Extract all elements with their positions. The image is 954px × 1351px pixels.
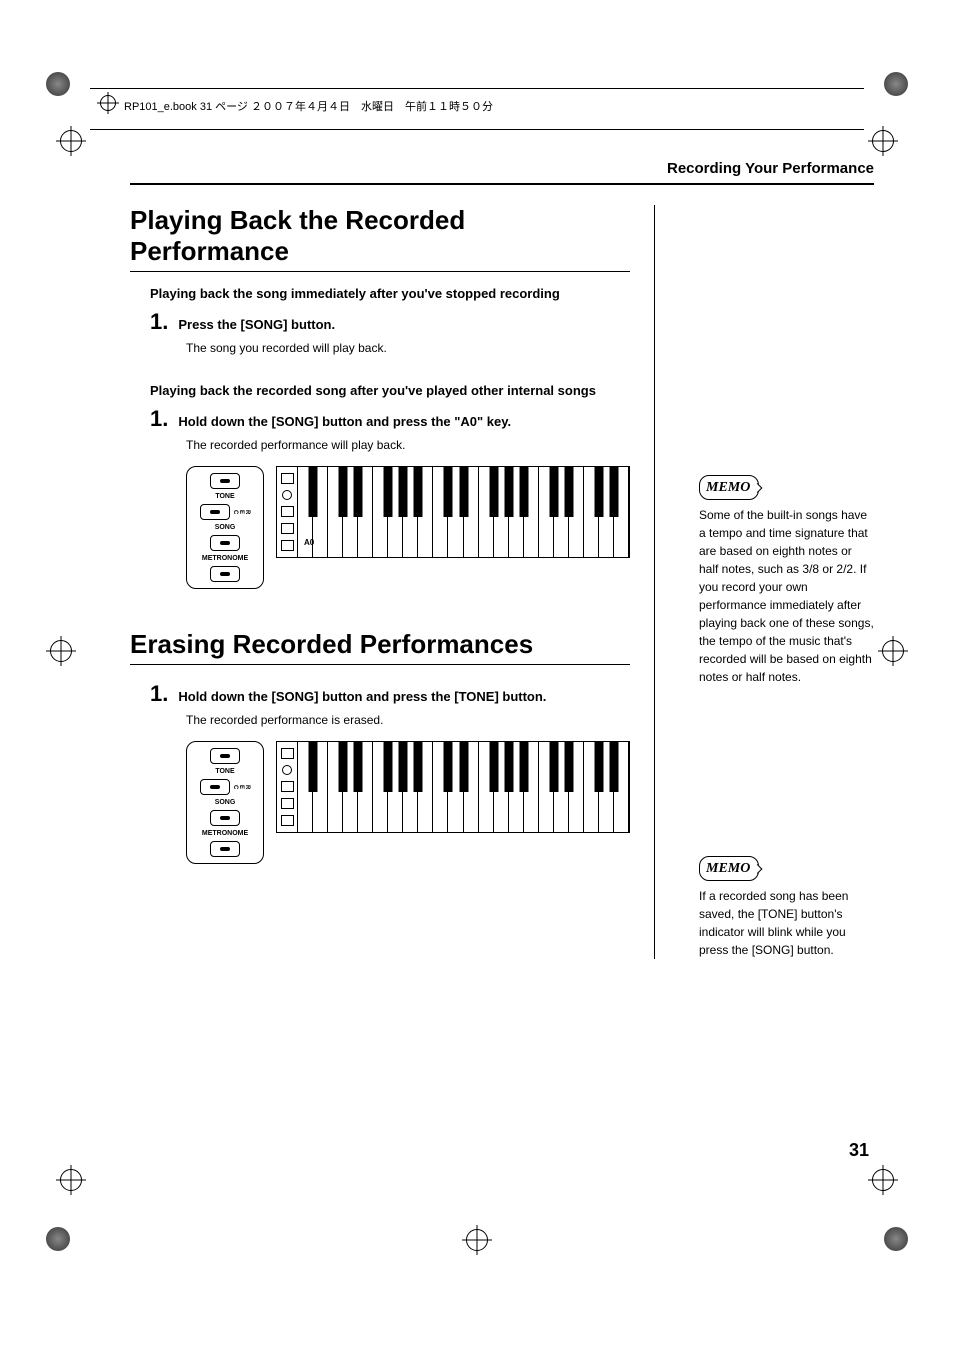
reg-mark-right [882, 640, 904, 662]
button-panel: TONE REC SONG METRONOME [186, 741, 264, 864]
label-tone: TONE [215, 493, 234, 500]
sidebar: MEMO Some of the built-in songs have a t… [654, 205, 874, 959]
breadcrumb: Recording Your Performance [130, 160, 874, 183]
memo-badge-icon: MEMO [699, 475, 759, 500]
step-instruction: Press the [SONG] button. [178, 317, 335, 332]
subheading-playback-1: Playing back the song immediately after … [150, 286, 630, 301]
heading-erase: Erasing Recorded Performances [130, 629, 630, 665]
song-button-icon [200, 779, 230, 795]
step-number: 1. [150, 309, 168, 335]
keyboard-icon [276, 741, 630, 833]
step-body: The song you recorded will play back. [186, 341, 630, 355]
reg-mark-br [872, 1169, 894, 1191]
label-a0: A0 [304, 538, 314, 547]
step-number: 1. [150, 406, 168, 432]
extra-button-icon [210, 841, 240, 857]
memo-1-text: Some of the built-in songs have a tempo … [699, 506, 874, 686]
keyboard-side-strip [277, 467, 298, 557]
button-panel: TONE REC SONG METRONOME [186, 466, 264, 589]
label-rec: REC [232, 785, 250, 789]
keyboard-diagram-erase: TONE REC SONG METRONOME [186, 741, 630, 864]
label-metronome: METRONOME [202, 555, 248, 562]
memo-badge-icon: MEMO [699, 856, 759, 881]
crop-corner-tr [884, 72, 908, 96]
reg-mark-bc [466, 1229, 488, 1251]
header-filename: RP101_e.book 31 ページ ２００７年４月４日 水曜日 午前１１時５… [124, 98, 493, 114]
extra-button-icon [210, 566, 240, 582]
heading-playback: Playing Back the Recorded Performance [130, 205, 630, 272]
reg-mark-bl [60, 1169, 82, 1191]
reg-mark-left [50, 640, 72, 662]
label-song: SONG [215, 799, 236, 806]
crop-corner-br [884, 1227, 908, 1251]
top-rule [130, 183, 874, 187]
keyboard-side-strip [277, 742, 298, 832]
step-body: The recorded performance will play back. [186, 438, 630, 452]
step-instruction: Hold down the [SONG] button and press th… [178, 414, 511, 429]
header-reg-mark [100, 95, 116, 111]
tone-button-icon [210, 748, 240, 764]
label-metronome: METRONOME [202, 830, 248, 837]
keyboard-diagram-a0: TONE REC SONG METRONOME [186, 466, 630, 589]
reg-mark-tl [60, 130, 82, 152]
song-button-icon [200, 504, 230, 520]
step-number: 1. [150, 681, 168, 707]
subheading-playback-2: Playing back the recorded song after you… [150, 383, 630, 398]
label-rec: REC [232, 510, 250, 514]
page-number: 31 [849, 1140, 869, 1161]
crop-corner-tl [46, 72, 70, 96]
step-instruction: Hold down the [SONG] button and press th… [178, 689, 546, 704]
metronome-button-icon [210, 535, 240, 551]
reg-mark-tr [872, 130, 894, 152]
label-tone: TONE [215, 768, 234, 775]
label-song: SONG [215, 524, 236, 531]
step-body: The recorded performance is erased. [186, 713, 630, 727]
metronome-button-icon [210, 810, 240, 826]
crop-corner-bl [46, 1227, 70, 1251]
keyboard-icon [276, 466, 630, 558]
memo-2-text: If a recorded song has been saved, the [… [699, 887, 874, 959]
tone-button-icon [210, 473, 240, 489]
